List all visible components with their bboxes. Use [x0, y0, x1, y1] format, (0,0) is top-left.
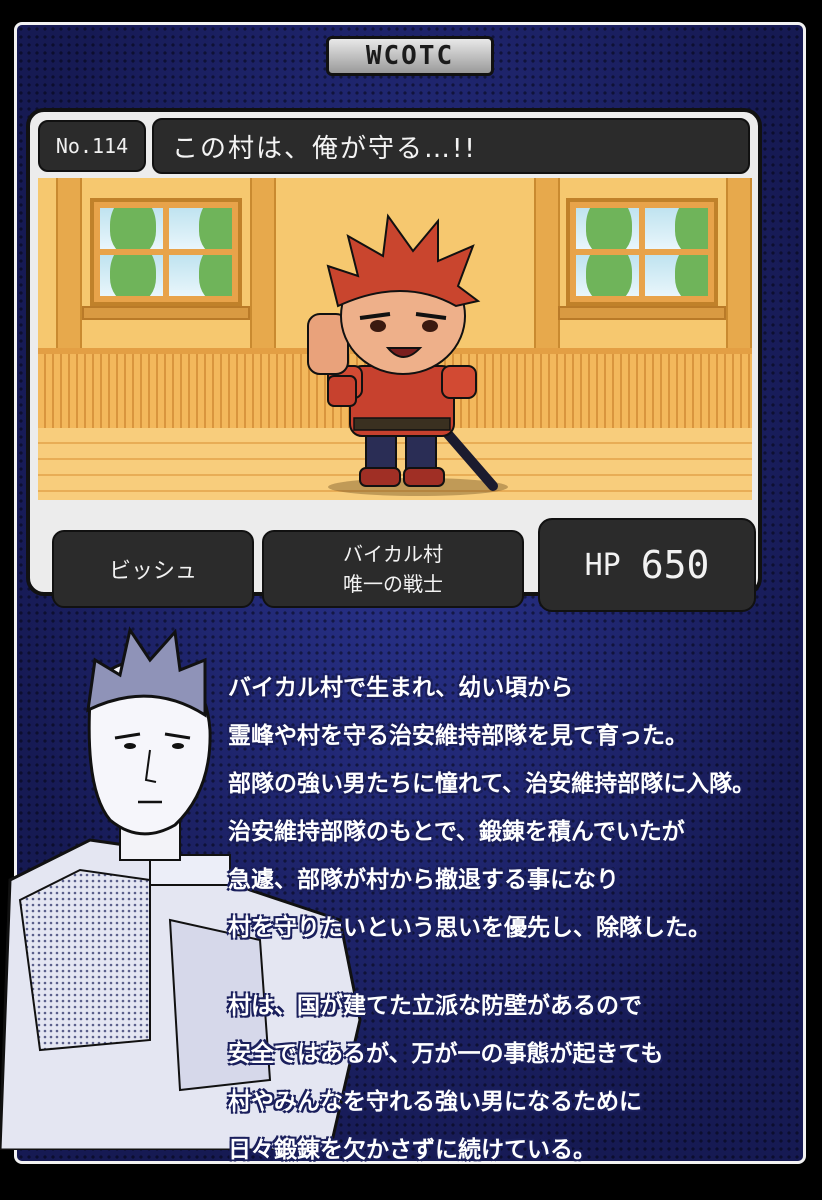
logo-text: WCOTC [365, 41, 455, 71]
desc-line: 霊峰や村を守る治安維持部隊を見て育った。 [228, 723, 688, 749]
character-name-box: ビッシュ [52, 530, 254, 608]
desc-line: 村を守りたいという思いを優先し、除隊した。 [228, 915, 711, 941]
scene-window-left [90, 198, 242, 306]
warrior-sprite [307, 213, 498, 491]
desc-line: 村は、国が建てた立派な防壁があるので [228, 993, 642, 1019]
window-sill [558, 306, 726, 320]
card-number: No.114 [38, 120, 146, 172]
dialogue-text: この村は、俺が守る…!! [172, 133, 477, 164]
desc-line: 急遽、部隊が村から撤退する事になり [228, 867, 619, 893]
game-logo: WCOTC [326, 36, 494, 76]
scene-window-right [566, 198, 718, 306]
character-name: ビッシュ [108, 559, 197, 584]
hp-label: HP [584, 547, 621, 583]
dialogue-box: この村は、俺が守る…!! [152, 118, 750, 174]
desc-line: 安全ではあるが、万が一の事態が起きても [228, 1041, 664, 1067]
character-title-box: バイカル村 唯一の戦士 [262, 530, 524, 608]
character-title-line2: 唯一の戦士 [343, 572, 443, 596]
hp-value: 650 [640, 543, 710, 587]
window-sill [82, 306, 250, 320]
desc-line: 村やみんなを守れる強い男になるために [228, 1089, 642, 1115]
desc-line: 治安維持部隊のもとで、鍛錬を積んでいたが [228, 819, 685, 845]
desc-line: 部隊の強い男たちに憧れて、治安維持部隊に入隊。 [228, 771, 756, 797]
desc-line: 日々鍛錬を欠かさずに続けている。 [228, 1137, 596, 1163]
hp-box: HP 650 [538, 518, 756, 612]
desc-line: バイカル村で生まれ、幼い頃から [228, 675, 574, 701]
character-description: バイカル村で生まれ、幼い頃から 霊峰や村を守る治安維持部隊を見て育った。 部隊の… [228, 664, 788, 1174]
game-scene [38, 178, 752, 500]
character-title-line1: バイカル村 [343, 542, 443, 566]
